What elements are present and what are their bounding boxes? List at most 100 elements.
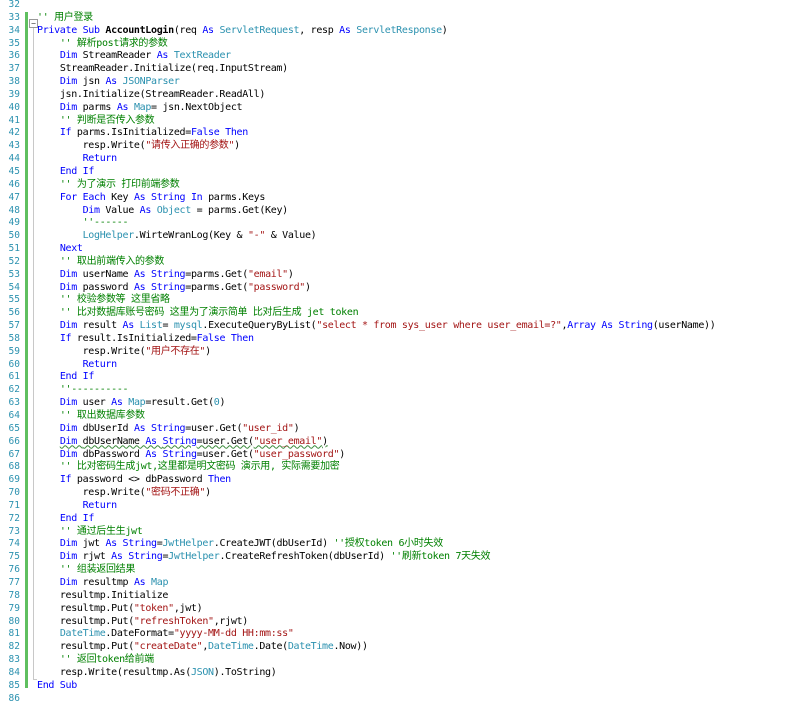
code-line[interactable]: 46 '' 为了演示 打印前端参数 [0, 179, 810, 192]
code-line[interactable]: 75 Dim rjwt As String=JwtHelper.CreateRe… [0, 551, 810, 564]
code-text[interactable]: ''------ [37, 217, 129, 230]
code-line[interactable]: 76 '' 组装返回结果 [0, 564, 810, 577]
code-text[interactable]: Dim user As Map=result.Get(0) [37, 397, 226, 410]
code-line[interactable]: 58 If result.IsInitialized=False Then [0, 333, 810, 346]
code-line[interactable]: 43 resp.Write("请传入正确的参数") [0, 140, 810, 153]
code-text[interactable]: '' 组装返回结果 [37, 564, 136, 577]
code-text[interactable]: Return [37, 359, 118, 372]
code-line[interactable]: 48 Dim Value As Object = parms.Get(Key) [0, 205, 810, 218]
code-line[interactable]: 35 '' 解析post请求的参数 [0, 38, 810, 51]
code-text[interactable]: resultmp.Initialize [37, 590, 169, 603]
code-text[interactable]: End If [37, 166, 95, 179]
code-text[interactable]: Dim userName As String=parms.Get("email"… [37, 269, 294, 282]
code-text[interactable]: '' 返回token给前端 [37, 654, 154, 667]
code-line[interactable]: 74 Dim jwt As String=JwtHelper.CreateJWT… [0, 538, 810, 551]
code-text[interactable]: Dim resultmp As Map [37, 577, 169, 590]
code-line[interactable]: 80 resultmp.Put("refreshToken",rjwt) [0, 616, 810, 629]
code-text[interactable]: Dim dbUserId As String=user.Get("user_id… [37, 423, 300, 436]
code-text[interactable]: Dim Value As Object = parms.Get(Key) [37, 205, 289, 218]
code-line[interactable]: 82 resultmp.Put("createDate",DateTime.Da… [0, 641, 810, 654]
code-text[interactable]: Dim jsn As JSONParser [37, 76, 180, 89]
code-line[interactable]: 52 '' 取出前端传入的参数 [0, 256, 810, 269]
code-text[interactable]: Dim result As List= mysql.ExecuteQueryBy… [37, 320, 716, 333]
code-line[interactable]: 55 '' 校验参数等 这里省略 [0, 294, 810, 307]
code-text[interactable]: '' 为了演示 打印前端参数 [37, 179, 180, 192]
code-text[interactable]: If password <> dbPassword Then [37, 474, 231, 487]
code-text[interactable]: End Sub [37, 680, 77, 693]
code-text[interactable]: resp.Write(resultmp.As(JSON).ToString) [37, 667, 277, 680]
code-text[interactable]: '' 取出数据库参数 [37, 410, 145, 423]
code-text[interactable]: StreamReader.Initialize(req.InputStream) [37, 63, 288, 76]
code-line[interactable]: 41 '' 判断是否传入参数 [0, 115, 810, 128]
code-line[interactable]: 83 '' 返回token给前端 [0, 654, 810, 667]
code-text[interactable]: '' 比对密码生成jwt,这里都是明文密码 演示用, 实际需要加密 [37, 461, 340, 474]
code-line[interactable]: 62 ''---------- [0, 384, 810, 397]
code-line[interactable]: 67 Dim dbPassword As String=user.Get("us… [0, 449, 810, 462]
code-text[interactable]: Dim StreamReader As TextReader [37, 50, 231, 63]
code-line[interactable]: 56 '' 比对数据库账号密码 这里为了演示简单 比对后生成 jet token [0, 307, 810, 320]
code-line[interactable]: 53 Dim userName As String=parms.Get("ema… [0, 269, 810, 282]
code-text[interactable]: ''---------- [37, 384, 129, 397]
code-line[interactable]: 78 resultmp.Initialize [0, 590, 810, 603]
code-line[interactable]: 40 Dim parms As Map= jsn.NextObject [0, 102, 810, 115]
code-line[interactable]: 59 resp.Write("用户不存在") [0, 346, 810, 359]
code-text[interactable]: DateTime.DateFormat="yyyy-MM-dd HH:mm:ss… [37, 628, 294, 641]
code-text[interactable]: LogHelper.WirteWranLog(Key & "-" & Value… [37, 230, 317, 243]
code-line[interactable]: 37 StreamReader.Initialize(req.InputStre… [0, 63, 810, 76]
code-text[interactable]: Return [37, 153, 118, 166]
code-text[interactable]: '' 通过后生生jwt [37, 526, 143, 539]
code-line[interactable]: 85 End Sub [0, 680, 810, 693]
code-line[interactable]: 32 [0, 0, 810, 12]
code-text[interactable]: resultmp.Put("createDate",DateTime.Date(… [37, 641, 368, 654]
code-line[interactable]: 51 Next [0, 243, 810, 256]
code-line[interactable]: 81 DateTime.DateFormat="yyyy-MM-dd HH:mm… [0, 628, 810, 641]
code-line[interactable]: 79 resultmp.Put("token",jwt) [0, 603, 810, 616]
code-line[interactable]: 70 resp.Write("密码不正确") [0, 487, 810, 500]
code-text[interactable]: If parms.IsInitialized=False Then [37, 127, 248, 140]
code-line[interactable]: 60 Return [0, 359, 810, 372]
code-text[interactable]: Dim dbPassword As String=user.Get("user_… [37, 449, 345, 462]
code-text[interactable]: resultmp.Put("refreshToken",rjwt) [37, 616, 248, 629]
code-line[interactable]: 84 resp.Write(resultmp.As(JSON).ToString… [0, 667, 810, 680]
code-line[interactable]: 71 Return [0, 500, 810, 513]
code-line[interactable]: 73 '' 通过后生生jwt [0, 526, 810, 539]
code-line[interactable]: 65 Dim dbUserId As String=user.Get("user… [0, 423, 810, 436]
code-text[interactable]: '' 用户登录 [37, 12, 93, 25]
code-text[interactable]: resultmp.Put("token",jwt) [37, 603, 203, 616]
code-line[interactable]: 42 If parms.IsInitialized=False Then [0, 127, 810, 140]
code-text[interactable]: jsn.Initialize(StreamReader.ReadAll) [37, 89, 266, 102]
code-line[interactable]: 38 Dim jsn As JSONParser [0, 76, 810, 89]
code-text[interactable]: '' 取出前端传入的参数 [37, 256, 165, 269]
code-text[interactable]: Dim password As String=parms.Get("passwo… [37, 282, 311, 295]
code-text[interactable]: Dim dbUserName As String=user.Get("user_… [37, 436, 328, 449]
code-text[interactable]: End If [37, 513, 95, 526]
code-text[interactable]: resp.Write("请传入正确的参数") [37, 140, 241, 153]
code-text[interactable]: '' 比对数据库账号密码 这里为了演示简单 比对后生成 jet token [37, 307, 359, 320]
code-line[interactable]: 77 Dim resultmp As Map [0, 577, 810, 590]
code-text[interactable]: Next [37, 243, 83, 256]
code-line[interactable]: 69 If password <> dbPassword Then [0, 474, 810, 487]
code-text[interactable]: resp.Write("密码不正确") [37, 487, 212, 500]
code-line[interactable]: 34 Private Sub AccountLogin(req As Servle… [0, 25, 810, 38]
code-text[interactable]: End If [37, 371, 95, 384]
code-line[interactable]: 50 LogHelper.WirteWranLog(Key & "-" & Va… [0, 230, 810, 243]
code-text[interactable]: Dim parms As Map= jsn.NextObject [37, 102, 243, 115]
code-line[interactable]: 44 Return [0, 153, 810, 166]
code-line[interactable]: 49 ''------ [0, 217, 810, 230]
code-editor[interactable]: − 32 33 '' 用户登录 34 Private Sub AccountLogin(… [0, 0, 810, 704]
code-text[interactable]: Return [37, 500, 118, 513]
code-line[interactable]: 45 End If [0, 166, 810, 179]
code-text[interactable]: '' 判断是否传入参数 [37, 115, 155, 128]
code-text[interactable]: '' 校验参数等 这里省略 [37, 294, 170, 307]
code-line[interactable]: 61 End If [0, 371, 810, 384]
code-text[interactable]: resp.Write("用户不存在") [37, 346, 212, 359]
code-line[interactable]: 36 Dim StreamReader As TextReader [0, 50, 810, 63]
code-line[interactable]: 66 Dim dbUserName As String=user.Get("us… [0, 436, 810, 449]
code-line[interactable]: 68 '' 比对密码生成jwt,这里都是明文密码 演示用, 实际需要加密 [0, 461, 810, 474]
code-line[interactable]: 39 jsn.Initialize(StreamReader.ReadAll) [0, 89, 810, 102]
code-text[interactable]: For Each Key As String In parms.Keys [37, 192, 266, 205]
code-line[interactable]: 72 End If [0, 513, 810, 526]
code-text[interactable]: Dim jwt As String=JwtHelper.CreateJWT(db… [37, 538, 443, 551]
code-text[interactable]: Private Sub AccountLogin(req As ServletR… [37, 25, 448, 38]
code-line[interactable]: 47 For Each Key As String In parms.Keys [0, 192, 810, 205]
